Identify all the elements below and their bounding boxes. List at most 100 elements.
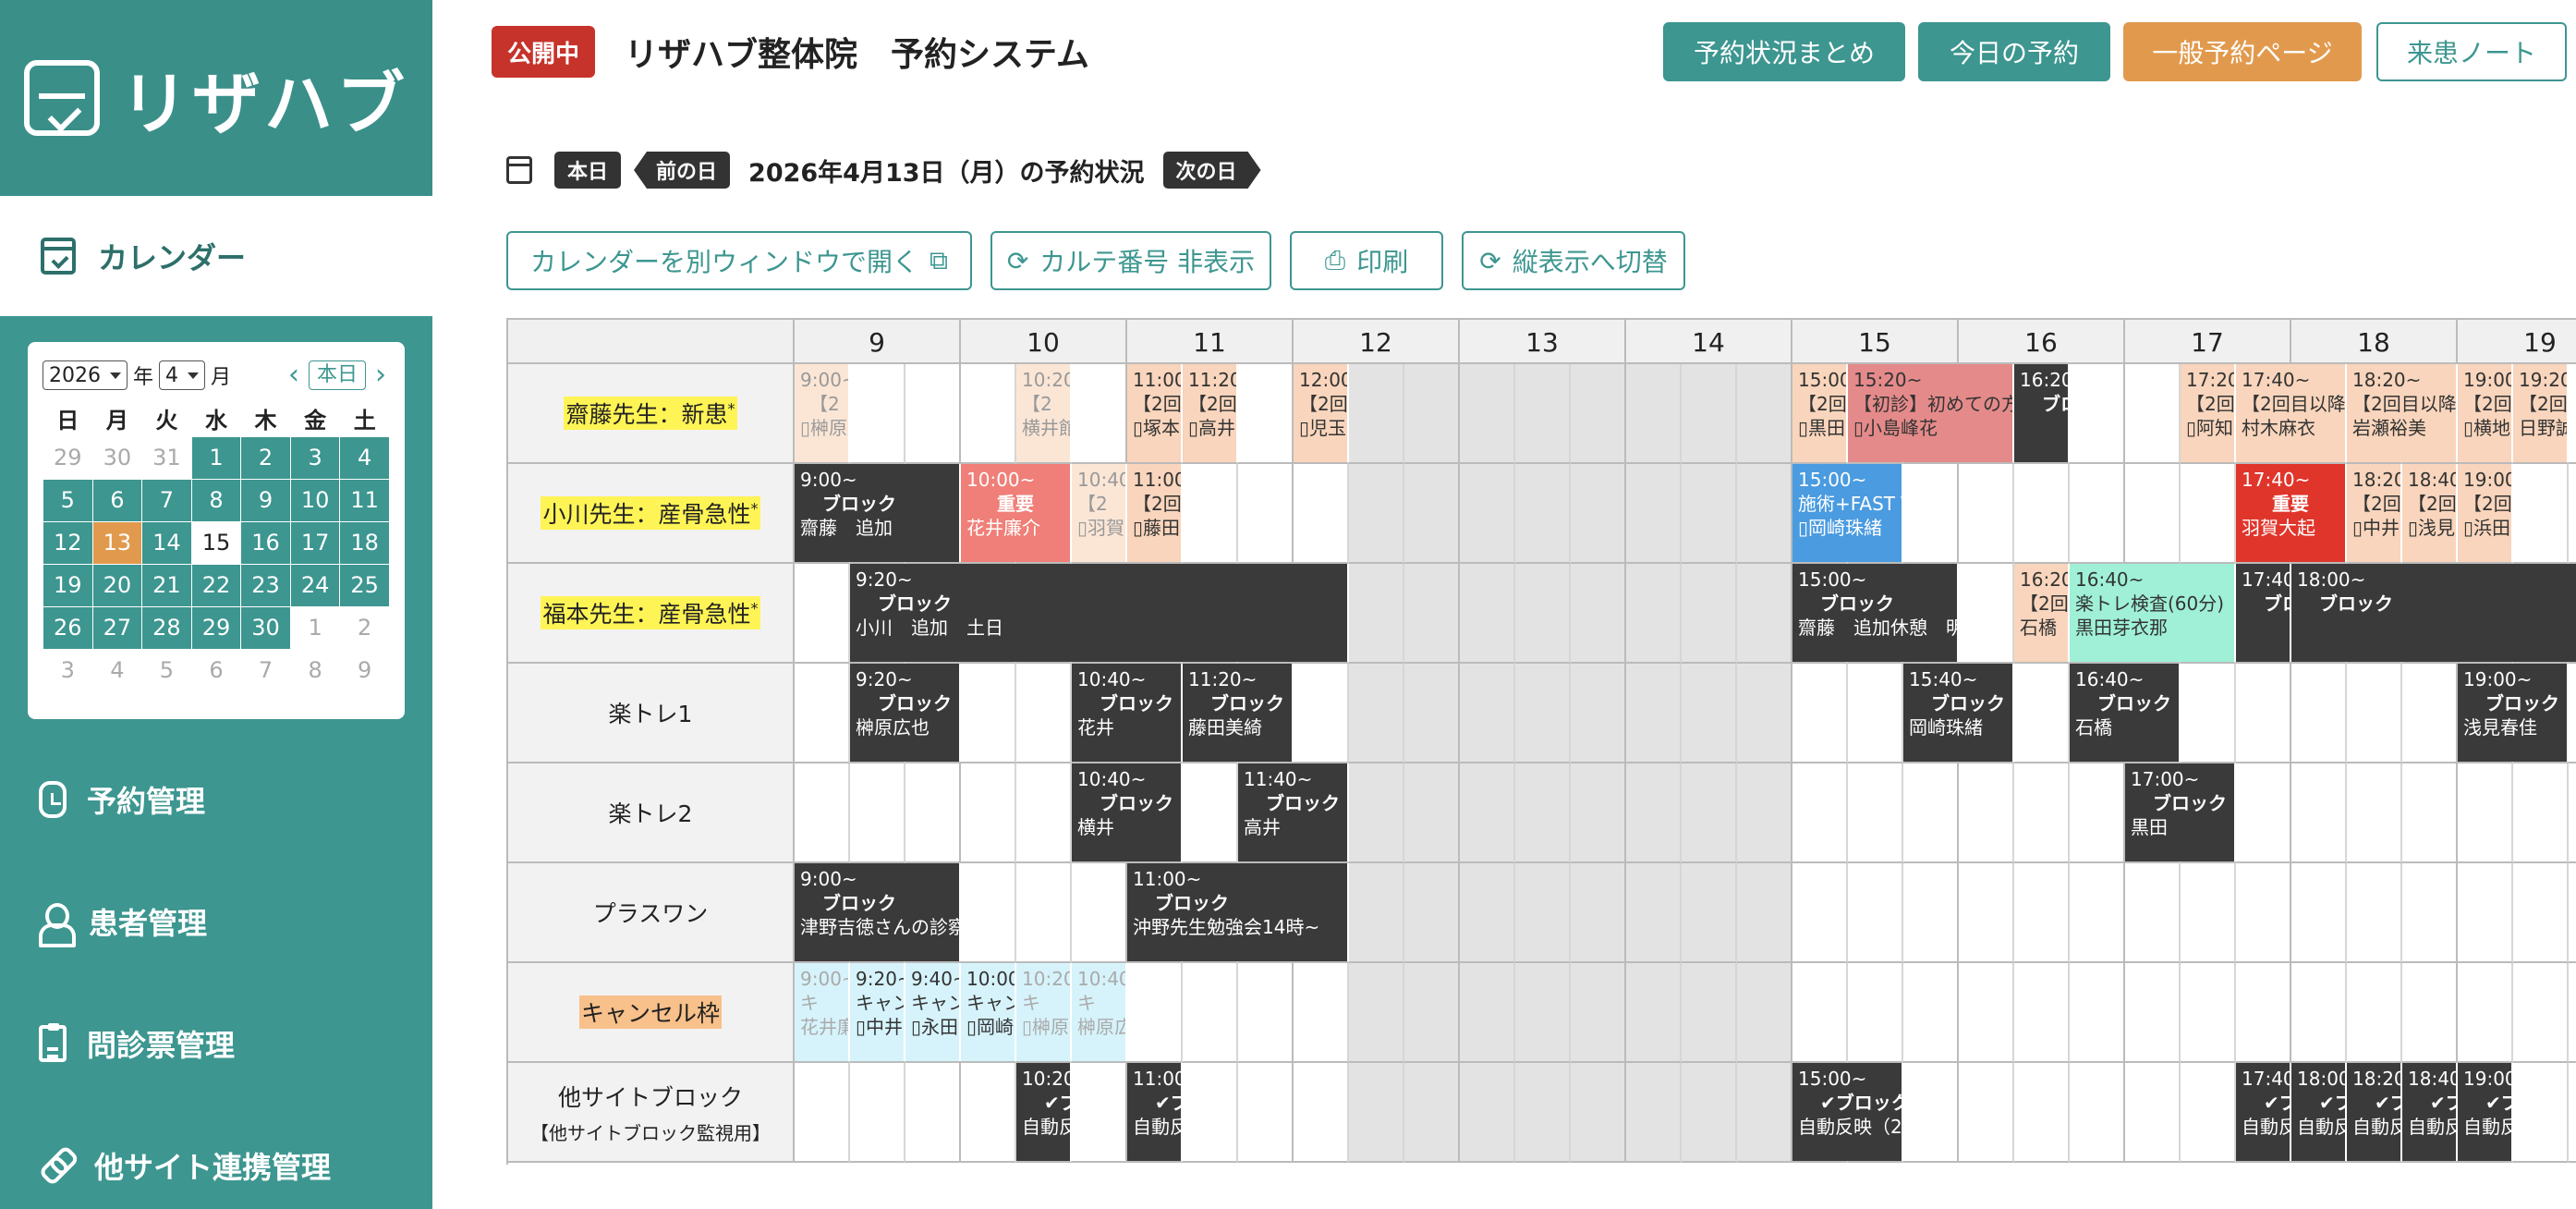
time-slot[interactable]: [2569, 863, 2576, 963]
reservation-block[interactable]: 10:40 キ榊原広: [1072, 963, 1127, 1061]
time-slot[interactable]: [1571, 963, 1626, 1063]
reservation-block[interactable]: 16:20ブロッ: [2014, 364, 2070, 462]
todays-reservations-button[interactable]: 今日の予約: [1918, 22, 2110, 81]
time-slot[interactable]: [1183, 763, 1238, 863]
reservation-block[interactable]: 18:20~ 【2回目以降 岩瀬裕美: [2347, 364, 2458, 462]
time-slot[interactable]: [1515, 664, 1571, 763]
reservation-block[interactable]: 18:00~ ブロック: [2291, 564, 2576, 662]
time-slot[interactable]: [2125, 963, 2181, 1063]
time-slot[interactable]: [1460, 1063, 1515, 1163]
reservation-block[interactable]: 17:40ブロッ: [2236, 564, 2291, 662]
time-slot[interactable]: [1460, 664, 1515, 763]
reservation-block[interactable]: 10:40 【2 ▯羽賀: [1072, 464, 1127, 562]
time-slot[interactable]: [2569, 763, 2576, 863]
vertical-view-toggle-button[interactable]: ⟳ 縦表示へ切替: [1462, 231, 1685, 290]
time-slot[interactable]: [1349, 664, 1404, 763]
time-slot[interactable]: [2347, 763, 2402, 863]
time-slot[interactable]: [1682, 963, 1737, 1063]
time-slot[interactable]: [2458, 963, 2513, 1063]
calendar-day[interactable]: 21: [141, 563, 192, 607]
time-slot[interactable]: [2569, 963, 2576, 1063]
reservation-block[interactable]: 17:40~ 【2回目以降 村木麻衣: [2236, 364, 2347, 462]
time-slot[interactable]: [1626, 763, 1682, 863]
time-slot[interactable]: [1404, 1063, 1460, 1163]
time-slot[interactable]: [1404, 564, 1460, 664]
time-slot[interactable]: [2513, 863, 2569, 963]
time-slot[interactable]: [1792, 763, 1848, 863]
reservation-block[interactable]: 16:20 【2回 石橋: [2014, 564, 2070, 662]
calendar-day[interactable]: 2: [339, 605, 390, 650]
reservation-block[interactable]: 9:00~ 【2▯榊原: [795, 364, 850, 462]
time-slot[interactable]: [1737, 863, 1792, 963]
time-slot[interactable]: [1626, 963, 1682, 1063]
calendar-day[interactable]: 19: [43, 563, 93, 607]
time-slot[interactable]: [1626, 863, 1682, 963]
calendar-day[interactable]: 20: [91, 563, 143, 607]
reservation-block[interactable]: 19:00✔ブロ自動反: [2458, 1063, 2513, 1161]
calendar-day[interactable]: 3: [289, 435, 341, 480]
reservation-block[interactable]: 18:00✔ブロ自動反: [2291, 1063, 2347, 1161]
time-slot[interactable]: [1737, 963, 1792, 1063]
time-slot[interactable]: [1349, 464, 1404, 564]
time-slot[interactable]: [2347, 963, 2402, 1063]
time-slot[interactable]: [1737, 464, 1792, 564]
reservation-block[interactable]: 16:40~ 楽トレ検査(60分) 黒田芽衣那: [2070, 564, 2236, 662]
time-slot[interactable]: [1404, 464, 1460, 564]
calendar-day[interactable]: 5: [43, 478, 93, 522]
reservation-block[interactable]: 15:00~ 施術+FAST T ▯岡崎珠緒: [1792, 464, 1903, 562]
time-slot[interactable]: [2236, 863, 2291, 963]
calendar-day[interactable]: 2: [240, 435, 291, 480]
time-slot[interactable]: [1072, 364, 1127, 464]
time-slot[interactable]: [1903, 763, 1959, 863]
time-slot[interactable]: [1682, 564, 1737, 664]
reservation-block[interactable]: 17:40✔ブロ自動反: [2236, 1063, 2291, 1161]
reservation-block[interactable]: 9:00~キ花井廉: [795, 963, 850, 1061]
month-select[interactable]: 4: [159, 360, 206, 390]
time-slot[interactable]: [1682, 664, 1737, 763]
time-slot[interactable]: [1294, 664, 1349, 763]
time-slot[interactable]: [795, 1063, 850, 1163]
time-slot[interactable]: [1792, 963, 1848, 1063]
time-slot[interactable]: [2236, 963, 2291, 1063]
calendar-day[interactable]: 6: [190, 648, 242, 692]
time-slot[interactable]: [1626, 364, 1682, 464]
time-slot[interactable]: [1016, 863, 1072, 963]
reservation-block[interactable]: 9:40~キャン▯永田: [905, 963, 961, 1061]
time-slot[interactable]: [961, 1063, 1016, 1163]
time-slot[interactable]: [1682, 863, 1737, 963]
time-slot[interactable]: [2014, 464, 2070, 564]
time-slot[interactable]: [1460, 963, 1515, 1063]
time-slot[interactable]: [1571, 564, 1626, 664]
reservation-block[interactable]: 10:20 【2 横井館: [1016, 364, 1072, 462]
calendar-day[interactable]: 24: [289, 563, 341, 607]
time-slot[interactable]: [2347, 863, 2402, 963]
time-slot[interactable]: [1737, 364, 1792, 464]
time-slot[interactable]: [1238, 364, 1294, 464]
time-slot[interactable]: [2070, 1063, 2125, 1163]
time-slot[interactable]: [1460, 564, 1515, 664]
time-slot[interactable]: [1571, 763, 1626, 863]
time-slot[interactable]: [1959, 1063, 2014, 1163]
time-slot[interactable]: [1404, 963, 1460, 1063]
calendar-day[interactable]: 8: [190, 478, 242, 522]
time-slot[interactable]: [1515, 763, 1571, 863]
calendar-day[interactable]: 30: [91, 435, 143, 480]
next-day-button[interactable]: 次の日: [1163, 152, 1261, 189]
time-slot[interactable]: [1349, 863, 1404, 963]
time-slot[interactable]: [2402, 963, 2458, 1063]
time-slot[interactable]: [1515, 464, 1571, 564]
time-slot[interactable]: [1460, 464, 1515, 564]
time-slot[interactable]: [2070, 863, 2125, 963]
time-slot[interactable]: [2070, 963, 2125, 1063]
time-slot[interactable]: [1183, 1063, 1238, 1163]
mini-calendar-today-button[interactable]: 本日: [308, 360, 366, 390]
time-slot[interactable]: [1737, 1063, 1792, 1163]
time-slot[interactable]: [2291, 763, 2347, 863]
time-slot[interactable]: [1072, 1063, 1127, 1163]
time-slot[interactable]: [1404, 763, 1460, 863]
reservation-block[interactable]: 10:00 キャン ▯岡崎: [961, 963, 1016, 1061]
time-slot[interactable]: [1515, 963, 1571, 1063]
calendar-day[interactable]: 3: [43, 648, 93, 692]
prev-day-button[interactable]: 前の日: [634, 152, 731, 189]
calendar-day[interactable]: 17: [289, 520, 341, 565]
